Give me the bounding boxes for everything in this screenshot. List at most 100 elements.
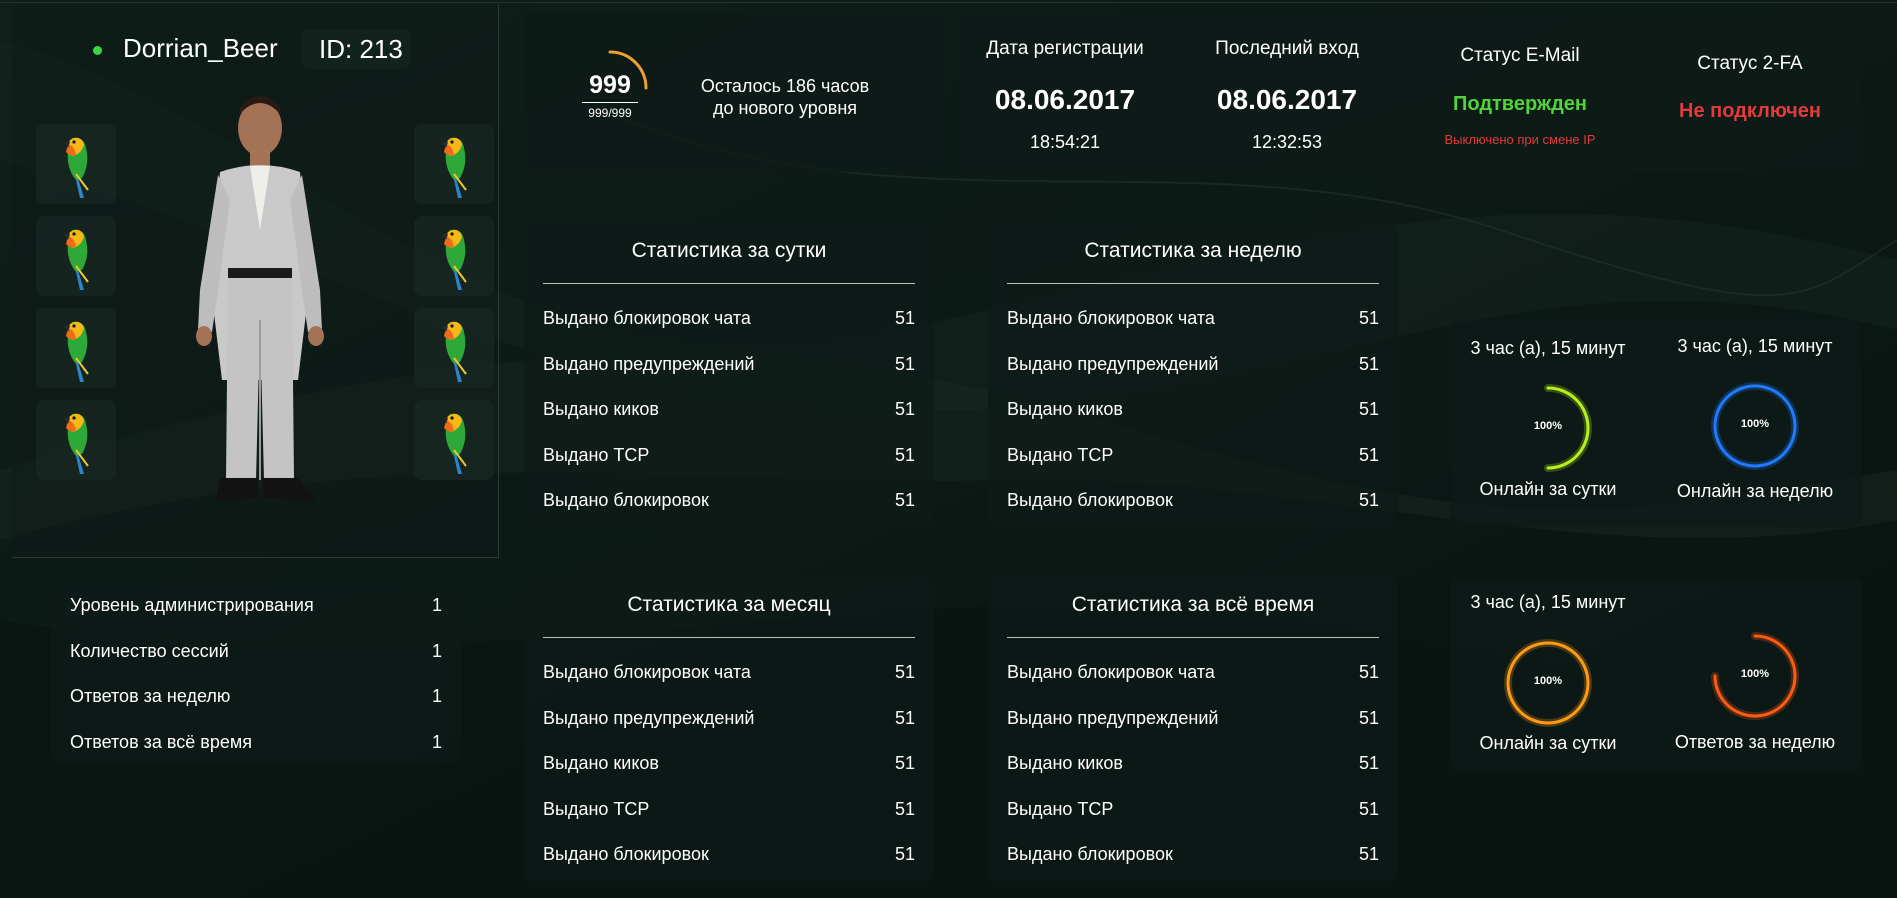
stats-row-label: Выдано блокировок чата [1007, 308, 1215, 328]
admin-info-row: Количество сессий 1 [70, 641, 442, 662]
stats-row-label: Выдано блокировок чата [543, 308, 751, 328]
online-duration: 3 час (а), 15 минут [1470, 592, 1626, 612]
parrot-icon [64, 413, 89, 474]
twofa-status-value: Не подключен [1679, 100, 1821, 122]
parrot-icon [442, 137, 467, 198]
admin-info-label: Ответов за неделю [70, 686, 231, 706]
stats-row: Выдано предупреждений 51 [543, 354, 915, 375]
stats-row: Выдано киков 51 [1007, 753, 1379, 774]
stats-row-value: 51 [1358, 490, 1379, 510]
stats-row-label: Выдано TCP [543, 444, 650, 465]
stats-row-value: 51 [894, 707, 915, 728]
email-status-note: Выключено при смене IP [1444, 132, 1596, 147]
stats-row-value: 51 [894, 490, 915, 510]
online-status-dot [93, 46, 102, 55]
registration-label: Дата регистрации [986, 38, 1144, 59]
stats-row-value: 51 [894, 399, 915, 419]
twofa-status-label: Статус 2-FA [1697, 53, 1803, 74]
stats-row-value: 51 [1358, 844, 1379, 864]
online-duration: 3 час (а), 15 минут [1677, 336, 1833, 356]
level-progress-text: 999/999 [588, 106, 632, 120]
stats-row-value: 51 [894, 662, 915, 682]
stats-row-label: Выдано предупреждений [543, 353, 755, 374]
stats-row-value: 51 [1358, 399, 1379, 419]
admin-info-value: 1 [431, 595, 442, 615]
stats-card-title: Статистика за месяц [627, 593, 831, 616]
stats-row: Выдано предупреждений 51 [543, 708, 915, 729]
level-remaining-text: Осталось 186 часов до нового уровня [680, 75, 890, 119]
stats-row-label: Выдано киков [1007, 399, 1123, 419]
online-ring-caption: Ответов за неделю [1674, 732, 1836, 752]
stats-row-value: 51 [894, 444, 915, 465]
admin-info-row: Уровень администрирования 1 [70, 595, 442, 616]
stats-row-value: 51 [1358, 707, 1379, 728]
stats-row-label: Выдано блокировок [1007, 844, 1173, 864]
online-ring-percent: 100% [1533, 420, 1563, 432]
stats-row: Выдано блокировок чата 51 [1007, 308, 1379, 329]
stats-row-label: Выдано блокировок [1007, 490, 1173, 510]
parrot-icon [64, 137, 89, 198]
stats-row-value: 51 [894, 353, 915, 374]
email-status-value: Подтвержден [1452, 93, 1587, 115]
inventory-slot[interactable] [36, 124, 116, 204]
stats-row-label: Выдано блокировок чата [543, 662, 751, 682]
admin-info-value: 1 [431, 731, 442, 752]
stats-row-label: Выдано блокировок [543, 844, 709, 864]
inventory-slot[interactable] [414, 308, 494, 388]
inventory-slot[interactable] [36, 216, 116, 296]
stats-row-value: 51 [1358, 308, 1379, 328]
email-status-label: Статус E-Mail [1460, 45, 1580, 66]
stats-card-divider [543, 283, 915, 284]
stats-row-label: Выдано предупреждений [543, 707, 755, 728]
inventory-slot[interactable] [414, 124, 494, 204]
stats-row: Выдано предупреждений 51 [1007, 708, 1379, 729]
parrot-icon [442, 413, 467, 474]
stats-row-label: Выдано киков [1007, 753, 1123, 773]
online-ring-caption: Онлайн за неделю [1676, 481, 1834, 501]
player-skin-image [196, 96, 324, 500]
stats-row-value: 51 [1358, 353, 1379, 374]
last-login-date: 08.06.2017 [1216, 84, 1358, 115]
stats-row: Выдано киков 51 [543, 399, 915, 420]
inventory-slot[interactable] [36, 400, 116, 480]
inventory-slot[interactable] [414, 400, 494, 480]
registration-time: 18:54:21 [1029, 132, 1101, 152]
parrot-icon [64, 321, 89, 382]
stats-row-value: 51 [1358, 662, 1379, 682]
stats-card-title: Статистика за всё время [1071, 593, 1315, 616]
admin-info-label: Количество сессий [70, 640, 229, 661]
online-ring-percent: 100% [1740, 668, 1770, 680]
player-id-label: ID: 213 [319, 34, 403, 64]
online-ring-caption: Онлайн за сутки [1479, 479, 1617, 499]
stats-card [524, 576, 934, 881]
top-divider [0, 2, 1897, 3]
stats-row: Выдано блокировок 51 [543, 490, 915, 511]
player-id-badge: ID: 213 [302, 29, 410, 69]
last-login-time: 12:32:53 [1251, 132, 1323, 152]
admin-info-value: 1 [431, 686, 442, 706]
stats-row-label: Выдано предупреждений [1007, 353, 1219, 374]
stats-row: Выдано блокировок 51 [1007, 844, 1379, 865]
parrot-icon [442, 321, 467, 382]
admin-info-row: Ответов за всё время 1 [70, 732, 442, 753]
stats-row-label: Выдано киков [543, 399, 659, 419]
stats-card [988, 222, 1398, 527]
stats-card [988, 576, 1398, 881]
stats-row: Выдано блокировок 51 [1007, 490, 1379, 511]
admin-info-row: Ответов за неделю 1 [70, 686, 442, 707]
online-ring-percent: 100% [1533, 675, 1563, 687]
stats-row-label: Выдано киков [543, 753, 659, 773]
stats-row-value: 51 [894, 308, 915, 328]
level-divider [582, 102, 638, 103]
last-login-label: Последний вход [1215, 38, 1359, 59]
inventory-slot[interactable] [36, 308, 116, 388]
stats-row: Выдано киков 51 [543, 753, 915, 774]
stats-row-value: 51 [894, 844, 915, 864]
stats-card [524, 222, 934, 527]
parrot-icon [64, 229, 89, 290]
online-ring-caption: Онлайн за сутки [1479, 733, 1617, 753]
inventory-slot[interactable] [414, 216, 494, 296]
stats-row: Выдано блокировок чата 51 [543, 662, 915, 683]
stats-card-divider [1007, 637, 1379, 638]
stats-row-label: Выдано TCP [1007, 444, 1114, 465]
